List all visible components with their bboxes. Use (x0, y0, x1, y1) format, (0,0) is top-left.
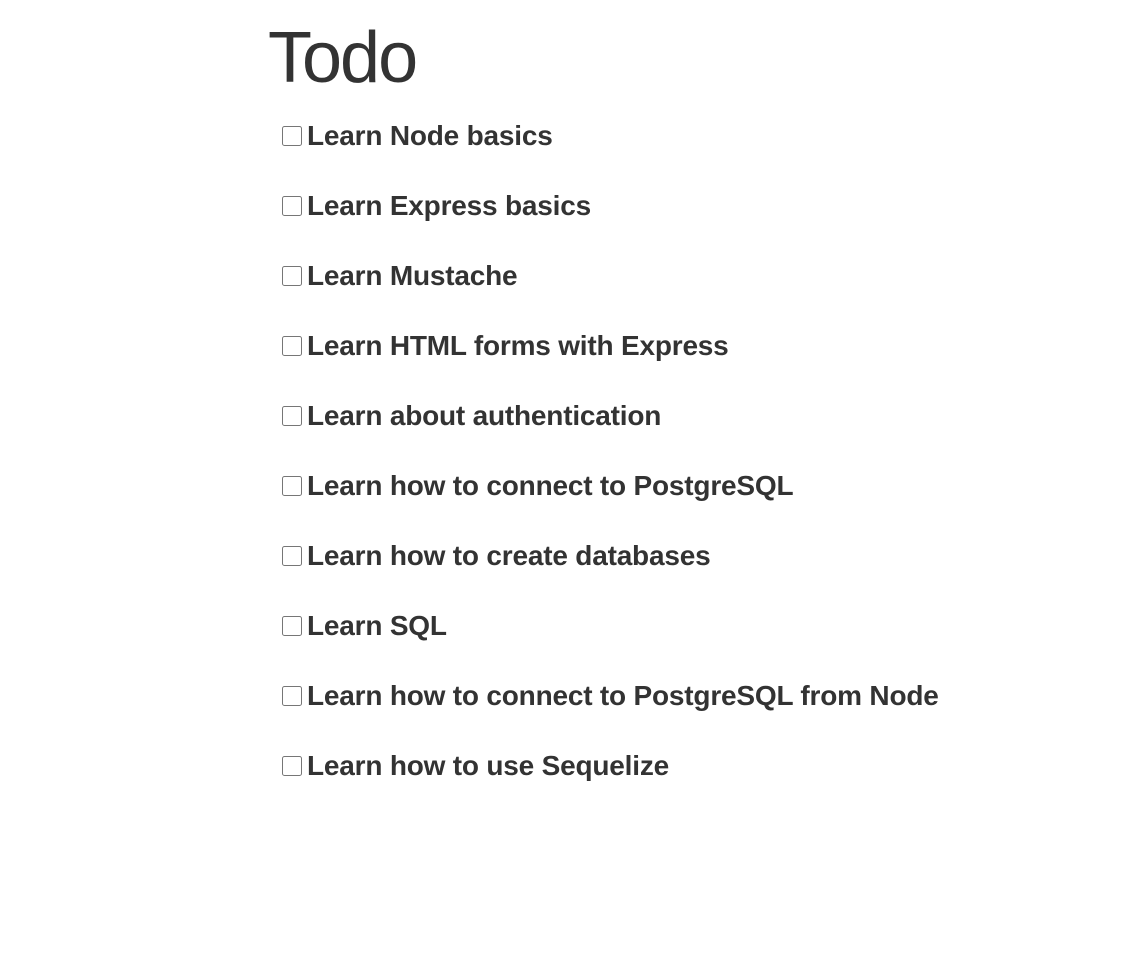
todo-checkbox[interactable] (282, 476, 302, 496)
todo-item: Learn about authentication (282, 400, 939, 470)
todo-item: Learn how to create databases (282, 540, 939, 610)
todo-item: Learn SQL (282, 610, 939, 680)
todo-item: Learn how to use Sequelize (282, 750, 939, 820)
todo-item: Learn how to connect to PostgreSQL from … (282, 680, 939, 750)
todo-checkbox[interactable] (282, 126, 302, 146)
todo-checkbox[interactable] (282, 196, 302, 216)
todo-label[interactable]: Learn how to connect to PostgreSQL from … (307, 680, 939, 712)
todo-checkbox[interactable] (282, 686, 302, 706)
todo-item: Learn Express basics (282, 190, 939, 260)
todo-label[interactable]: Learn how to create databases (307, 540, 711, 572)
todo-label[interactable]: Learn Node basics (307, 120, 553, 152)
todo-item: Learn Node basics (282, 120, 939, 190)
todo-label[interactable]: Learn about authentication (307, 400, 661, 432)
todo-label[interactable]: Learn how to connect to PostgreSQL (307, 470, 794, 502)
todo-checkbox[interactable] (282, 756, 302, 776)
todo-list: Learn Node basics Learn Express basics L… (282, 120, 939, 820)
todo-label[interactable]: Learn Mustache (307, 260, 518, 292)
todo-checkbox[interactable] (282, 336, 302, 356)
todo-label[interactable]: Learn Express basics (307, 190, 591, 222)
todo-item: Learn HTML forms with Express (282, 330, 939, 400)
todo-checkbox[interactable] (282, 406, 302, 426)
todo-label[interactable]: Learn HTML forms with Express (307, 330, 729, 362)
todo-label[interactable]: Learn how to use Sequelize (307, 750, 669, 782)
todo-checkbox[interactable] (282, 616, 302, 636)
page-title: Todo (268, 18, 418, 98)
todo-label[interactable]: Learn SQL (307, 610, 447, 642)
todo-item: Learn Mustache (282, 260, 939, 330)
todo-checkbox[interactable] (282, 546, 302, 566)
todo-checkbox[interactable] (282, 266, 302, 286)
todo-item: Learn how to connect to PostgreSQL (282, 470, 939, 540)
